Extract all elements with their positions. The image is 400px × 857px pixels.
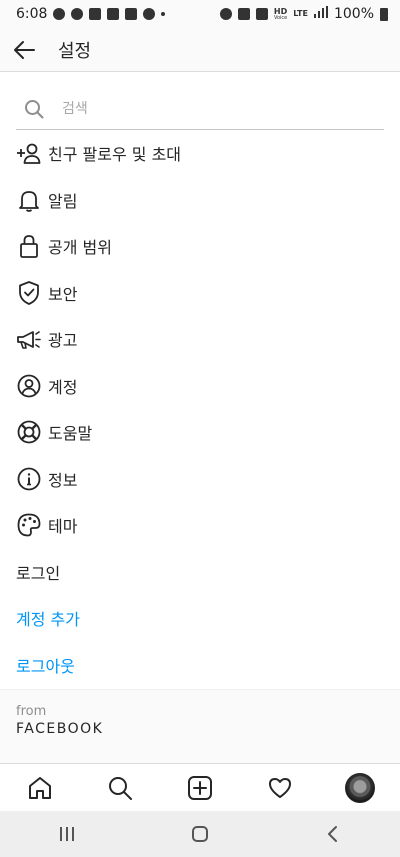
vpn-notification-icon bbox=[89, 8, 102, 20]
chevron-left-icon bbox=[328, 826, 338, 842]
gear-notification-icon bbox=[53, 8, 66, 20]
bicycle-notification-icon bbox=[71, 8, 84, 20]
search-icon-wrap bbox=[16, 99, 54, 119]
profile-avatar bbox=[345, 772, 375, 803]
logout-link[interactable]: 로그아웃 bbox=[0, 642, 400, 689]
tab-profile[interactable] bbox=[336, 764, 384, 812]
search-bar[interactable] bbox=[16, 88, 384, 130]
menu-item-label: 보안 bbox=[48, 284, 78, 304]
bell-icon bbox=[16, 187, 42, 213]
back-nav-button[interactable] bbox=[303, 814, 363, 854]
megaphone-icon bbox=[16, 326, 42, 352]
more-notifications-icon bbox=[161, 12, 166, 16]
menu-item-label: 알림 bbox=[48, 191, 78, 211]
header: 설정 bbox=[0, 28, 400, 72]
bluetooth-icon bbox=[237, 8, 250, 20]
menu-item-ads[interactable]: 광고 bbox=[0, 316, 400, 363]
menu-item-privacy[interactable]: 공개 범위 bbox=[0, 223, 400, 270]
logout-label: 로그아웃 bbox=[16, 656, 75, 676]
battery-icon bbox=[380, 7, 388, 21]
system-nav-bar bbox=[0, 811, 400, 857]
back-button[interactable] bbox=[0, 28, 48, 72]
status-time: 6:08 bbox=[16, 6, 48, 22]
bottom-tab-bar bbox=[0, 763, 400, 811]
recent-apps-icon bbox=[59, 827, 74, 841]
signal-icon bbox=[313, 6, 328, 22]
menu-item-about[interactable]: 정보 bbox=[0, 456, 400, 503]
menu-item-label: 테마 bbox=[48, 517, 78, 537]
app-notification-icon bbox=[107, 8, 120, 20]
palette-icon bbox=[16, 512, 42, 538]
menu-item-label: 도움말 bbox=[48, 424, 93, 444]
lock-icon bbox=[16, 233, 42, 259]
facebook-brand: FACEBOOK bbox=[16, 721, 104, 737]
home-nav-icon bbox=[191, 826, 208, 842]
status-bar: 6:08 HD Voice LTE 100% bbox=[0, 0, 400, 28]
search-icon bbox=[25, 99, 44, 118]
user-circle-icon bbox=[16, 373, 42, 399]
chat-notification-icon bbox=[143, 8, 156, 20]
shield-check-icon bbox=[16, 280, 42, 306]
status-bar-right: HD Voice LTE 100% bbox=[219, 6, 388, 22]
home-nav-button[interactable] bbox=[170, 814, 230, 854]
from-facebook-section: from FACEBOOK bbox=[0, 689, 400, 763]
tab-search[interactable] bbox=[96, 764, 144, 812]
status-bar-left: 6:08 bbox=[16, 6, 166, 22]
lte-indicator: LTE bbox=[293, 9, 308, 18]
hd-voice-indicator: HD Voice bbox=[273, 6, 288, 21]
menu-item-account[interactable]: 계정 bbox=[0, 363, 400, 410]
message-notification-icon bbox=[125, 8, 138, 20]
page-title: 설정 bbox=[58, 40, 92, 62]
tab-add-post[interactable] bbox=[176, 764, 224, 812]
add-person-icon bbox=[16, 140, 42, 166]
lifebuoy-icon bbox=[16, 419, 42, 445]
menu-item-help[interactable]: 도움말 bbox=[0, 409, 400, 456]
menu-item-label: 친구 팔로우 및 초대 bbox=[48, 145, 182, 165]
add-account-label: 계정 추가 bbox=[16, 610, 80, 630]
home-icon bbox=[29, 776, 51, 799]
menu-item-label: 계정 bbox=[48, 377, 78, 397]
menu-item-follow-invite[interactable]: 친구 팔로우 및 초대 bbox=[0, 130, 400, 177]
menu-item-label: 광고 bbox=[48, 331, 78, 351]
info-icon bbox=[16, 466, 42, 492]
from-label: from bbox=[16, 704, 47, 719]
recent-apps-button[interactable] bbox=[37, 814, 97, 854]
menu-item-security[interactable]: 보안 bbox=[0, 270, 400, 317]
menu-item-notifications[interactable]: 알림 bbox=[0, 177, 400, 224]
tab-home[interactable] bbox=[16, 764, 64, 812]
arrow-left-icon bbox=[14, 40, 35, 59]
heart-icon bbox=[269, 777, 291, 798]
add-account-link[interactable]: 계정 추가 bbox=[0, 595, 400, 642]
mute-icon bbox=[255, 8, 268, 20]
menu-item-theme[interactable]: 테마 bbox=[0, 502, 400, 549]
search-icon bbox=[109, 776, 132, 800]
tab-activity[interactable] bbox=[256, 764, 304, 812]
alarm-icon bbox=[219, 8, 232, 20]
menu-item-label: 정보 bbox=[48, 470, 78, 490]
settings-menu: 친구 팔로우 및 초대 알림 공개 범위 보안 광고 계정 도움말 정보 테마 … bbox=[0, 130, 400, 688]
battery-percent: 100% bbox=[333, 6, 374, 22]
login-label: 로그인 bbox=[16, 563, 61, 583]
login-link[interactable]: 로그인 bbox=[0, 549, 400, 596]
menu-item-label: 공개 범위 bbox=[48, 238, 112, 258]
add-post-icon bbox=[188, 775, 212, 800]
search-input[interactable] bbox=[62, 92, 384, 125]
